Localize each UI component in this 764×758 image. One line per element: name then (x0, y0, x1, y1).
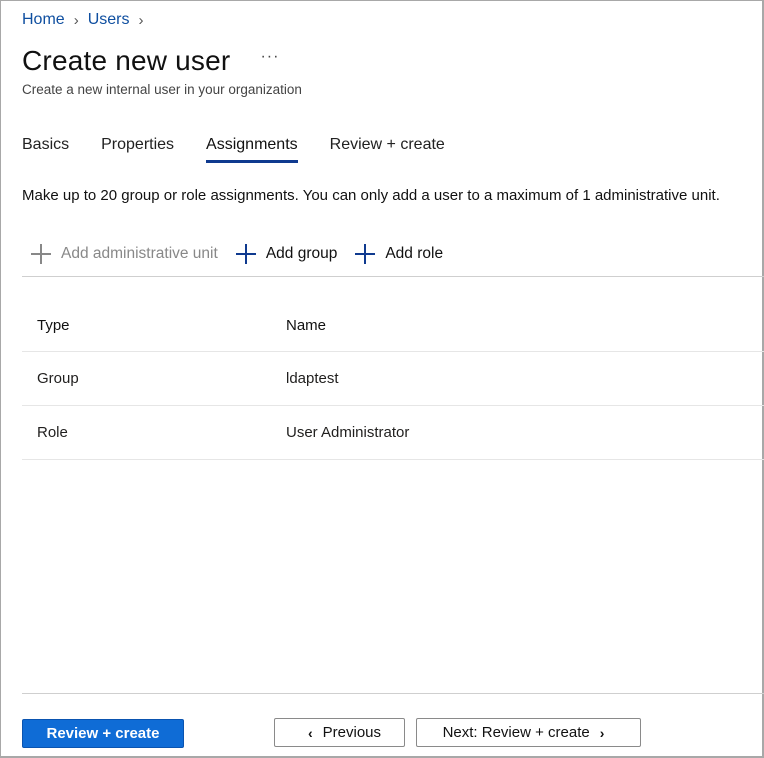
cell-type: Role (37, 424, 68, 441)
table-header-row: Type Name (22, 299, 764, 352)
assignments-table: Type Name Group ldaptest Role User Admin… (22, 299, 764, 460)
next-review-create-button[interactable]: Next: Review + create › (416, 718, 641, 747)
column-header-name[interactable]: Name (286, 317, 764, 334)
chevron-right-icon: › (138, 11, 144, 29)
page-title: Create new user (22, 45, 231, 76)
breadcrumb: Home › Users › (22, 11, 152, 29)
assignments-info-text: Make up to 20 group or role assignments.… (22, 187, 720, 204)
assignments-toolbar: Add administrative unit Add group Add ro… (22, 243, 764, 277)
plus-icon (355, 244, 376, 264)
add-group-label: Add group (265, 245, 338, 262)
previous-button[interactable]: ‹ Previous (274, 718, 405, 747)
review-create-button[interactable]: Review + create (22, 719, 184, 748)
column-header-type[interactable]: Type (22, 317, 286, 334)
add-group-button[interactable]: Add group (235, 243, 338, 265)
breadcrumb-users[interactable]: Users (88, 11, 130, 29)
add-administrative-unit-label: Add administrative unit (61, 245, 218, 262)
table-row[interactable]: Group ldaptest (22, 352, 764, 406)
tab-properties[interactable]: Properties (101, 133, 174, 163)
next-label: Next: Review + create (442, 724, 590, 741)
footer-divider (22, 693, 764, 694)
cell-name: User Administrator (286, 424, 410, 441)
tab-assignments[interactable]: Assignments (206, 133, 298, 163)
plus-icon (31, 244, 51, 264)
chevron-right-icon: › (599, 724, 605, 741)
tab-basics[interactable]: Basics (22, 133, 69, 163)
chevron-left-icon: ‹ (307, 724, 313, 741)
page-subtitle: Create a new internal user in your organ… (22, 82, 302, 97)
add-administrative-unit-button[interactable]: Add administrative unit (22, 243, 218, 265)
title-row: Create new user ··· (22, 45, 279, 77)
table-row[interactable]: Role User Administrator (22, 406, 764, 460)
add-role-button[interactable]: Add role (355, 243, 443, 265)
page-frame: Home › Users › Create new user ··· Creat… (0, 0, 764, 758)
wizard-tabs: Basics Properties Assignments Review + c… (22, 133, 477, 165)
cell-type: Group (37, 370, 79, 387)
tab-review-create[interactable]: Review + create (330, 133, 445, 163)
more-options-icon[interactable]: ··· (260, 48, 279, 66)
cell-name: ldaptest (286, 370, 339, 387)
chevron-right-icon: › (73, 11, 79, 29)
add-role-label: Add role (385, 245, 444, 262)
plus-icon (235, 244, 256, 264)
previous-label: Previous (322, 724, 382, 741)
breadcrumb-home[interactable]: Home (22, 11, 65, 29)
